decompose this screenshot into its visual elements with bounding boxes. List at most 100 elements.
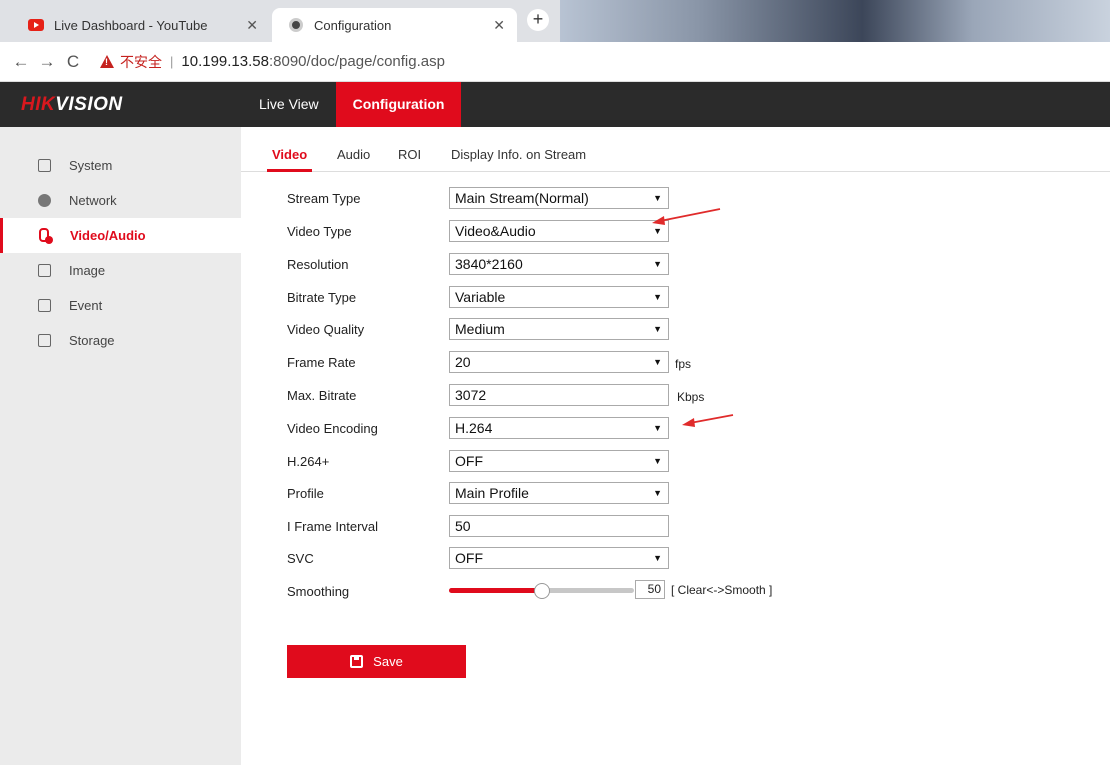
tab-video[interactable]: Video: [266, 147, 313, 172]
video-quality-select[interactable]: Medium ▼: [449, 318, 669, 340]
dropdown-arrow-icon: ▼: [653, 357, 662, 367]
unit-label: fps: [675, 357, 692, 371]
sidebar-item-event[interactable]: Event: [0, 288, 241, 323]
browser-tab-youtube[interactable]: Live Dashboard - YouTube ✕: [12, 8, 270, 42]
tab-display-info[interactable]: Display Info. on Stream: [451, 147, 586, 162]
dropdown-arrow-icon: ▼: [653, 226, 662, 236]
mic-camera-icon: [38, 227, 53, 244]
field-label: Stream Type: [287, 191, 361, 206]
save-button[interactable]: Save: [287, 645, 466, 678]
dropdown-arrow-icon: ▼: [653, 488, 662, 498]
slider-fill: [449, 588, 542, 593]
smoothing-slider[interactable]: [449, 583, 634, 599]
field-label: Video Encoding: [287, 421, 378, 436]
url-field[interactable]: 10.199.13.58:8090/doc/page/config.asp: [181, 53, 445, 70]
field-label: Bitrate Type: [287, 290, 357, 305]
tab-audio[interactable]: Audio: [337, 147, 370, 162]
tab-title: Live Dashboard - YouTube: [54, 17, 208, 33]
hikvision-logo: HIKVISION: [21, 94, 123, 115]
sidebar-item-image[interactable]: Image: [0, 253, 241, 288]
sidebar-item-label: Network: [69, 193, 117, 208]
sidebar-item-label: Image: [69, 263, 106, 278]
field-label: Resolution: [287, 257, 349, 272]
row-h264plus: H.264+ OFF ▼: [287, 450, 887, 472]
video-encoding-select[interactable]: H.264 ▼: [449, 417, 669, 439]
row-stream-type: Stream Type Main Stream(Normal) ▼: [287, 187, 887, 209]
sidebar-item-label: Storage: [69, 333, 115, 348]
browser-tab-configuration[interactable]: Configuration ✕: [272, 8, 517, 42]
sidebar-item-label: Event: [69, 298, 103, 313]
dropdown-arrow-icon: ▼: [653, 456, 662, 466]
dropdown-arrow-icon: ▼: [653, 193, 662, 203]
sidebar-item-storage[interactable]: Storage: [0, 323, 241, 358]
sidebar-item-system[interactable]: System: [0, 148, 241, 183]
dropdown-arrow-icon: ▼: [653, 423, 662, 433]
row-video-type: Video Type Video&Audio ▼: [287, 220, 887, 242]
unit-label: Kbps: [677, 390, 705, 404]
dropdown-arrow-icon: ▼: [653, 553, 662, 563]
video-type-select[interactable]: Video&Audio ▼: [449, 220, 669, 242]
dropdown-arrow-icon: ▼: [653, 324, 662, 334]
url-path: :8090/doc/page/config.asp: [268, 53, 445, 70]
youtube-icon: [28, 17, 44, 33]
field-label: H.264+: [287, 454, 330, 469]
browser-tab-bar: Live Dashboard - YouTube ✕ Configuration…: [0, 0, 1110, 42]
row-bitrate-type: Bitrate Type Variable ▼: [287, 286, 887, 308]
svc-select[interactable]: OFF ▼: [449, 547, 669, 569]
nav-live-view[interactable]: Live View: [242, 82, 336, 127]
reload-icon[interactable]: C: [60, 52, 86, 72]
calendar-icon: [38, 299, 51, 312]
max-bitrate-input[interactable]: 3072: [449, 384, 669, 406]
new-tab-button[interactable]: +: [527, 9, 549, 31]
sidebar-item-label: Video/Audio: [70, 228, 146, 243]
row-profile: Profile Main Profile ▼: [287, 482, 887, 504]
field-label: SVC: [287, 551, 314, 566]
chrome-icon: [288, 17, 304, 33]
h264plus-select[interactable]: OFF ▼: [449, 450, 669, 472]
smoothing-hint: [ Clear<->Smooth ]: [671, 583, 773, 597]
field-label: Video Type: [287, 224, 352, 239]
sidebar-item-video-audio[interactable]: Video/Audio: [0, 218, 241, 253]
field-label: Max. Bitrate: [287, 388, 357, 403]
sidebar-item-network[interactable]: Network: [0, 183, 241, 218]
field-label: Smoothing: [287, 584, 350, 599]
save-icon: [350, 655, 364, 668]
stream-type-select[interactable]: Main Stream(Normal) ▼: [449, 187, 669, 209]
tab-roi[interactable]: ROI: [398, 147, 421, 162]
monitor-icon: [38, 159, 51, 172]
back-arrow-icon[interactable]: ←: [8, 52, 34, 72]
row-i-frame-interval: I Frame Interval 50: [287, 515, 887, 537]
nav-configuration[interactable]: Configuration: [335, 82, 462, 127]
field-label: Profile: [287, 486, 324, 501]
forward-arrow-icon[interactable]: →: [34, 52, 60, 72]
security-label: 不安全: [120, 53, 162, 70]
i-frame-interval-input[interactable]: 50: [449, 515, 669, 537]
row-frame-rate: Frame Rate 20 ▼ fps: [287, 351, 887, 373]
subtabs: Video Audio ROI Display Info. on Stream: [241, 127, 1110, 172]
resolution-select[interactable]: 3840*2160 ▼: [449, 253, 669, 275]
field-label: Frame Rate: [287, 355, 356, 370]
tabbar-background-image: [560, 0, 1110, 42]
row-video-encoding: Video Encoding H.264 ▼: [287, 417, 887, 439]
dropdown-arrow-icon: ▼: [653, 259, 662, 269]
globe-icon: [38, 194, 51, 207]
close-icon[interactable]: ✕: [493, 17, 505, 34]
bitrate-type-select[interactable]: Variable ▼: [449, 286, 669, 308]
profile-select[interactable]: Main Profile ▼: [449, 482, 669, 504]
slider-handle[interactable]: [533, 583, 550, 599]
row-svc: SVC OFF ▼: [287, 547, 887, 569]
smoothing-value-input[interactable]: 50: [635, 580, 665, 599]
tab-title: Configuration: [314, 17, 392, 33]
close-icon[interactable]: ✕: [246, 17, 258, 34]
app-header: HIKVISION Live View Configuration: [0, 82, 1110, 127]
security-warning[interactable]: 不安全: [100, 52, 162, 72]
top-nav: Live View Configuration: [242, 82, 462, 127]
dropdown-arrow-icon: ▼: [653, 292, 662, 302]
row-video-quality: Video Quality Medium ▼: [287, 318, 887, 340]
url-host: 10.199.13.58: [181, 53, 269, 70]
row-max-bitrate: Max. Bitrate 3072 Kbps: [287, 384, 887, 406]
address-bar: ← → C 不安全 | 10.199.13.58:8090/doc/page/c…: [0, 42, 1110, 82]
frame-rate-select[interactable]: 20 ▼: [449, 351, 669, 373]
row-resolution: Resolution 3840*2160 ▼: [287, 253, 887, 275]
sidebar: System Network Video/Audio Image Event S…: [0, 127, 241, 765]
